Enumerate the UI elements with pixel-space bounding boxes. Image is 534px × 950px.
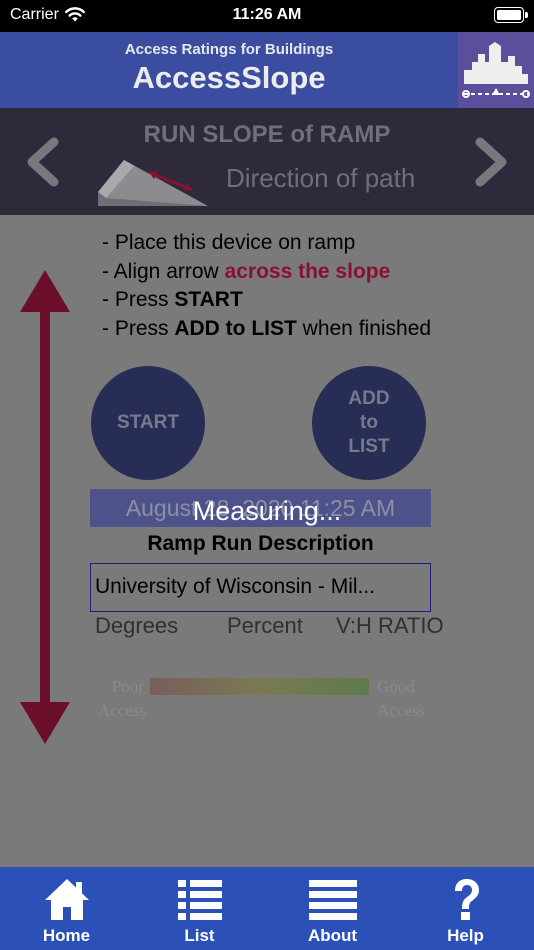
- menu-icon: [309, 880, 357, 920]
- ratio-label: V:H RATIO: [336, 613, 444, 638]
- question-icon: [455, 879, 479, 920]
- instruction-line: - Press ADD to LIST when finished: [102, 316, 432, 340]
- description-input[interactable]: University of Wisconsin - Mil...: [90, 563, 431, 612]
- ramp-diagram-icon: [98, 160, 208, 206]
- measurement-panel: RUN SLOPE of RAMP Direction of path: [0, 108, 534, 215]
- tab-label: About: [307, 926, 358, 945]
- instruction-line: - Align arrow across the slope: [102, 259, 391, 283]
- good-access-label: Good Access: [377, 677, 426, 720]
- app-header: Access Ratings for Buildings AccessSlope: [0, 32, 534, 108]
- tab-label: Help: [447, 926, 484, 945]
- battery-icon: [494, 7, 528, 23]
- direction-label: Direction of path: [226, 163, 416, 193]
- status-bar: Carrier 11:26 AM: [0, 0, 534, 32]
- app-subtitle: Access Ratings for Buildings: [124, 41, 334, 58]
- poor-access-label: Poor Access: [98, 677, 147, 720]
- percent-label: Percent: [227, 613, 303, 638]
- tab-home[interactable]: Home: [0, 867, 133, 950]
- measuring-overlay: Measuring...: [192, 496, 342, 526]
- add-to-list-button[interactable]: ADD to LIST: [312, 366, 426, 480]
- tab-list[interactable]: List: [133, 867, 266, 950]
- degrees-label: Degrees: [95, 613, 179, 638]
- description-label: Ramp Run Description: [147, 532, 374, 555]
- instructions: - Place this device on ramp - Align arro…: [102, 229, 431, 343]
- access-gauge: [150, 678, 369, 695]
- tab-help[interactable]: Help: [399, 867, 532, 950]
- start-button[interactable]: START: [91, 366, 205, 480]
- instruction-line: - Place this device on ramp: [102, 231, 356, 254]
- next-chevron-icon[interactable]: [468, 136, 514, 188]
- building-logo-icon: [458, 32, 534, 108]
- home-icon: [45, 879, 89, 920]
- app-title: AccessSlope: [132, 60, 326, 95]
- previous-chevron-icon[interactable]: [20, 136, 66, 188]
- tab-label: Home: [42, 926, 91, 945]
- list-icon: [178, 880, 222, 920]
- clock: 11:26 AM: [232, 6, 302, 23]
- tab-bar: Home List About Help: [0, 867, 534, 950]
- measurement-title: RUN SLOPE of RAMP: [143, 121, 391, 148]
- instruction-line: - Press START: [102, 288, 243, 311]
- tab-label: List: [184, 926, 215, 945]
- tab-about[interactable]: About: [266, 867, 399, 950]
